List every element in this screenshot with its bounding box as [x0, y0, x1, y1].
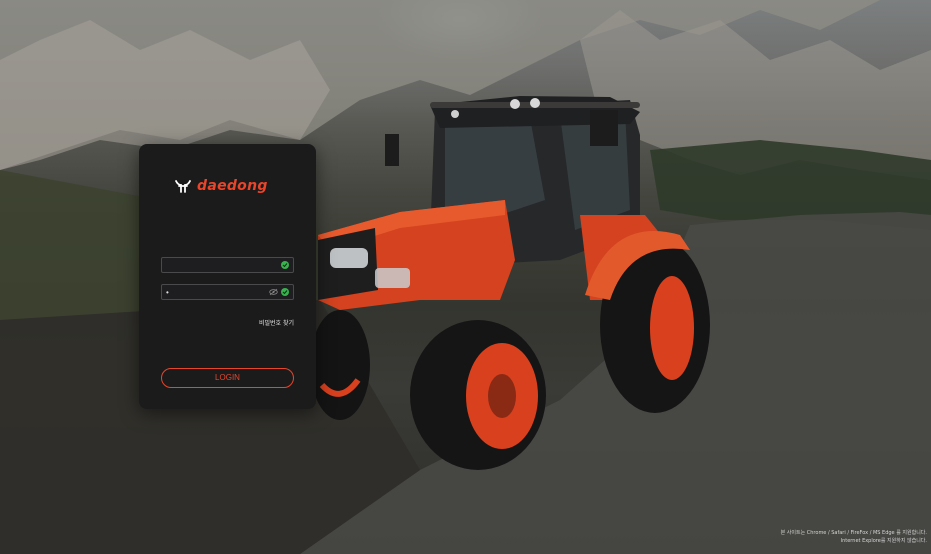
- password-input[interactable]: [166, 286, 270, 298]
- password-field[interactable]: [161, 284, 294, 300]
- brand-logo-text: daedong: [197, 178, 268, 194]
- check-circle-icon: [281, 261, 289, 269]
- notice-line-unsupported: Internet Explore를 지원하지 않습니다.: [840, 538, 927, 544]
- notice-line-supported: 본 사이트는 Chrome / Safari / FireFox / MS Ed…: [780, 530, 927, 536]
- brand-logo: daedong: [175, 178, 268, 194]
- daedong-logo-mark-icon: [175, 180, 191, 193]
- find-password-link[interactable]: 비밀번호 찾기: [259, 318, 294, 327]
- eye-slash-icon[interactable]: [269, 288, 278, 296]
- login-card: daedong 비밀번호 찾기 LOGIN: [139, 144, 316, 409]
- login-button[interactable]: LOGIN: [161, 368, 294, 388]
- browser-support-notice: 본 사이트는 Chrome / Safari / FireFox / MS Ed…: [781, 529, 927, 545]
- check-circle-icon: [281, 288, 289, 296]
- user-id-input[interactable]: [166, 259, 270, 271]
- user-id-field[interactable]: [161, 257, 294, 273]
